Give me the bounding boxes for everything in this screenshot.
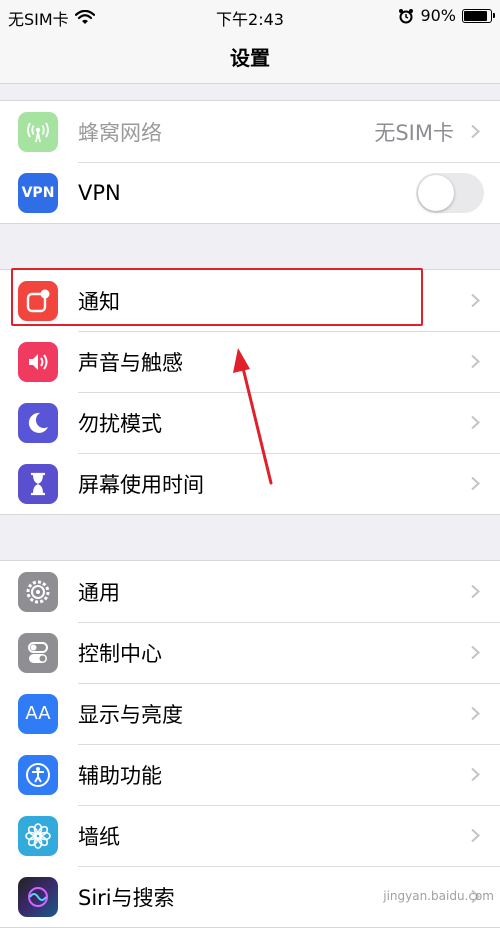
settings-row-label: 辅助功能	[78, 763, 162, 788]
vpn-toggle[interactable]	[416, 172, 484, 213]
battery-percent: 90%	[420, 6, 456, 25]
chevron-right-icon	[471, 584, 480, 598]
settings-row-screen-time[interactable]: 屏幕使用时间	[0, 453, 500, 514]
notifications-icon	[18, 280, 58, 321]
chevron-right-icon	[471, 706, 480, 720]
settings-row-label: 蜂窝网络	[78, 120, 162, 145]
chevron-right-icon	[471, 767, 480, 781]
settings-row-label: 声音与触感	[78, 350, 183, 375]
battery-icon	[462, 8, 495, 23]
display-icon: AA	[18, 693, 58, 734]
chevron-right-icon	[471, 124, 480, 138]
settings-row-label: VPN	[78, 180, 121, 205]
settings-row-label: 显示与亮度	[78, 702, 183, 727]
status-right: 90%	[398, 6, 495, 25]
watermark: jingyan.baidu.com	[383, 889, 494, 903]
page-title: 设置	[230, 46, 270, 70]
settings-row-accessibility[interactable]: 辅助功能	[0, 744, 500, 805]
settings-row-label: 控制中心	[78, 641, 162, 666]
battery-fill	[464, 10, 488, 21]
settings-row-control-center[interactable]: 控制中心	[0, 622, 500, 683]
settings-row-label: 墙纸	[78, 824, 120, 849]
settings-row-sounds[interactable]: 声音与触感	[0, 331, 500, 392]
settings-group-network: 蜂窝网络 无SIM卡 VPN VPN	[0, 100, 500, 224]
status-bar: 无SIM卡 下午2:43 90%	[0, 0, 500, 32]
accessibility-icon	[18, 754, 58, 795]
settings-row-general[interactable]: 通用	[0, 561, 500, 622]
chevron-right-icon	[471, 476, 480, 490]
toggles-icon	[18, 632, 58, 673]
vpn-icon-text: VPN	[21, 184, 55, 201]
settings-row-notifications[interactable]: 通知	[0, 270, 500, 331]
speaker-icon	[18, 341, 58, 382]
settings-row-wallpaper[interactable]: 墙纸	[0, 805, 500, 866]
chevron-right-icon	[471, 645, 480, 659]
settings-row-cellular[interactable]: 蜂窝网络 无SIM卡	[0, 101, 500, 162]
settings-group-notifications: 通知 声音与触感 勿扰模式 屏幕使用时间	[0, 269, 500, 515]
settings-row-do-not-disturb[interactable]: 勿扰模式	[0, 392, 500, 453]
settings-row-label: 勿扰模式	[78, 411, 162, 436]
settings-row-label: 通用	[78, 580, 120, 605]
moon-icon	[18, 402, 58, 443]
chevron-right-icon	[471, 293, 480, 307]
nav-bar: 设置	[0, 32, 500, 84]
flower-icon	[18, 815, 58, 856]
settings-row-label: 通知	[78, 289, 120, 314]
settings-row-display[interactable]: AA 显示与亮度	[0, 683, 500, 744]
settings-row-vpn[interactable]: VPN VPN	[0, 162, 500, 223]
display-icon-text: AA	[25, 703, 51, 724]
toggle-knob	[418, 174, 454, 211]
settings-row-label: 屏幕使用时间	[78, 472, 204, 497]
vpn-icon: VPN	[18, 172, 58, 213]
settings-group-general: 通用 控制中心 AA 显示与亮度 辅助功能 墙纸 Siri与搜索	[0, 560, 500, 928]
hourglass-icon	[18, 463, 58, 504]
settings-row-label: Siri与搜索	[78, 885, 175, 910]
gear-icon	[18, 571, 58, 612]
cellular-value: 无SIM卡	[374, 120, 454, 145]
alarm-icon	[399, 8, 414, 23]
chevron-right-icon	[471, 415, 480, 429]
antenna-icon	[18, 111, 58, 152]
chevron-right-icon	[471, 354, 480, 368]
siri-icon	[18, 876, 58, 917]
chevron-right-icon	[471, 828, 480, 842]
